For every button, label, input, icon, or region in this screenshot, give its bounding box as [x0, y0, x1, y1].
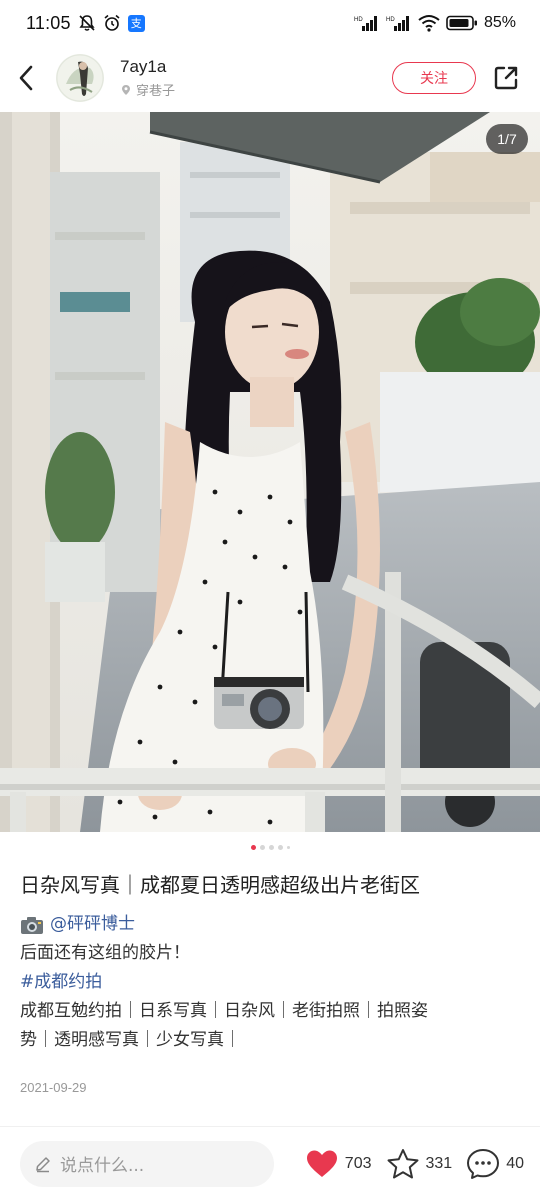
carousel-dot: [259, 845, 265, 850]
author-location-text: 穿巷子: [136, 84, 176, 99]
collect-count: 331: [425, 1154, 453, 1172]
carousel-dot: [277, 845, 283, 850]
signal-hd-icon: HD: [354, 14, 380, 32]
author-location: 穿巷子: [120, 80, 175, 99]
comment-bubble-icon: [467, 1148, 500, 1179]
star-icon: [387, 1148, 418, 1178]
status-time: 11:05: [26, 12, 71, 33]
post-header: 7ay1a 穿巷子 关注: [0, 46, 540, 110]
pencil-icon: [36, 1156, 50, 1172]
post-body: @砰砰博士 后面还有这组的胶片！ #成都约拍 成都互勉约拍｜日系写真｜日杂风｜老…: [20, 910, 520, 1055]
author-avatar[interactable]: [56, 54, 104, 102]
bottom-action-bar: 说点什么... 703 331 40: [0, 1127, 540, 1200]
author-name[interactable]: 7ay1a: [120, 57, 175, 77]
post-date: 2021-09-29: [20, 1080, 87, 1095]
heart-icon: [306, 1150, 337, 1177]
photo-image: [0, 112, 540, 832]
back-arrow-icon: [19, 65, 33, 91]
post-title: 日杂风写真｜成都夏日透明感超级出片老街区: [20, 873, 420, 897]
carousel-dot: [286, 846, 290, 849]
comment-count: 40: [506, 1154, 524, 1172]
wifi-icon: [418, 14, 440, 32]
status-bar: 11:05 支 HD HD 85%: [0, 0, 540, 46]
location-pin-icon: [122, 84, 130, 95]
hashtag-link[interactable]: #成都约拍: [20, 968, 520, 997]
camera-icon: [20, 915, 44, 935]
comment-input[interactable]: 说点什么...: [20, 1140, 274, 1187]
battery-percent: 85%: [483, 14, 516, 31]
like-count: 703: [344, 1154, 372, 1172]
carousel-dot-active: [250, 845, 256, 850]
post-text-line: 后面还有这组的胶片！: [20, 943, 190, 963]
svg-text:HD: HD: [386, 17, 395, 23]
carousel-dots: [0, 845, 540, 850]
post-tags-line-1: 成都互勉约拍｜日系写真｜日杂风｜老街拍照｜拍照姿: [20, 1001, 428, 1021]
post-tags-line-2: 势｜透明感写真｜少女写真｜: [20, 1030, 241, 1050]
battery-icon: [446, 15, 478, 31]
share-button[interactable]: [492, 64, 520, 92]
comment-placeholder: 说点什么...: [60, 1156, 145, 1176]
post-photo[interactable]: 1/7: [0, 112, 540, 832]
follow-button[interactable]: 关注: [392, 62, 476, 94]
alarm-icon: [103, 14, 121, 32]
alipay-icon: 支: [127, 14, 145, 32]
share-icon: [494, 66, 518, 90]
mute-icon: [78, 14, 96, 32]
like-button[interactable]: 703: [305, 1149, 372, 1179]
signal-hd-icon-2: HD: [386, 14, 412, 32]
page-indicator: 1/7: [486, 124, 528, 154]
collect-button[interactable]: 331: [386, 1148, 453, 1180]
carousel-dot: [268, 845, 274, 850]
svg-text:HD: HD: [354, 17, 363, 23]
mention-link[interactable]: @砰砰博士: [50, 910, 135, 939]
back-button[interactable]: [16, 58, 42, 98]
comment-button[interactable]: 40: [466, 1148, 524, 1180]
